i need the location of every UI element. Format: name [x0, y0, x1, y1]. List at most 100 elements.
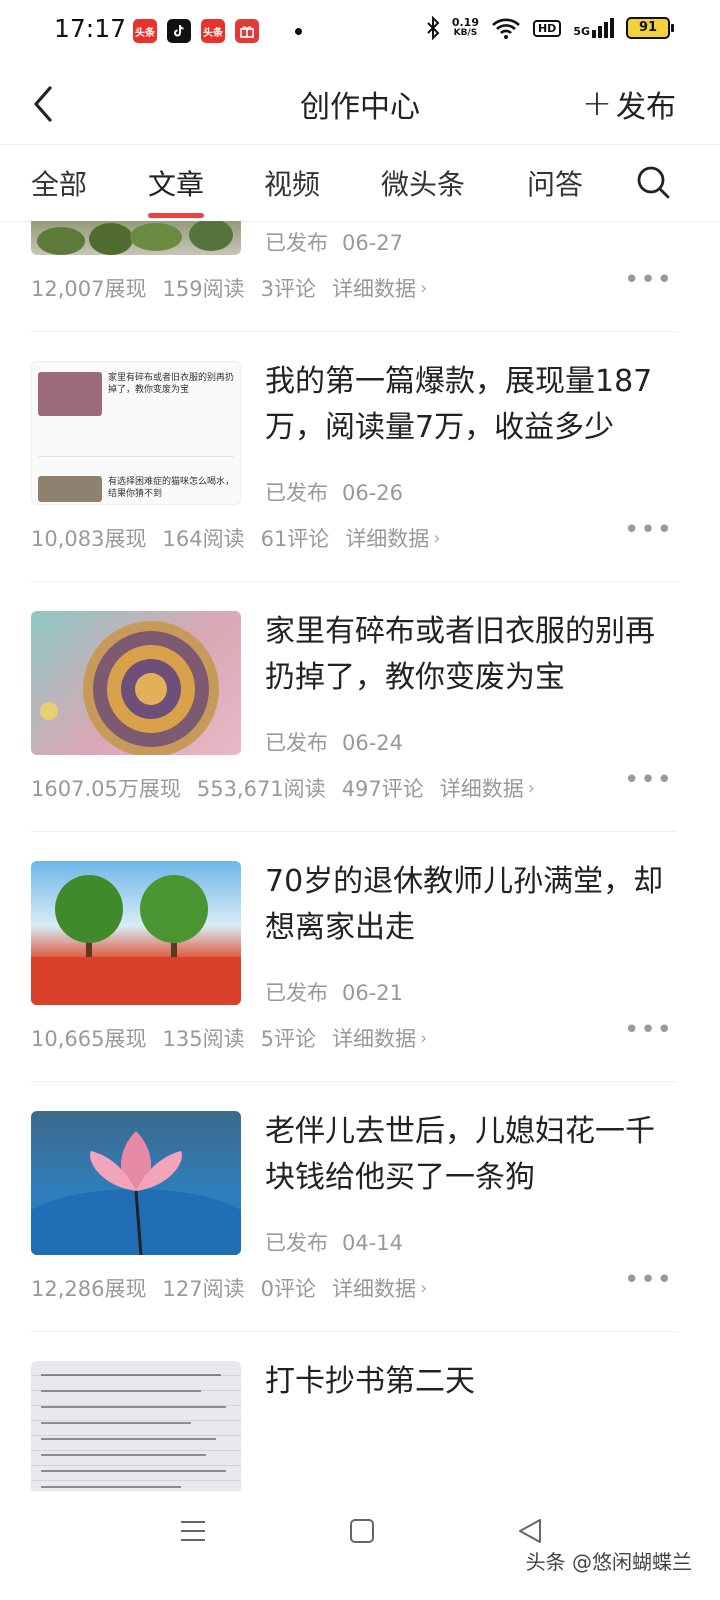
article-thumbnail — [31, 221, 241, 255]
publish-button[interactable]: + 发布 — [582, 82, 676, 126]
plus-icon: + — [581, 83, 612, 124]
gift-app-icon — [235, 19, 259, 43]
tab-qa[interactable]: 问答 — [527, 163, 583, 203]
chevron-right-icon: › — [419, 1277, 428, 1299]
article-title[interactable]: 70岁的退休教师儿孙满堂，却想离家出走 — [265, 859, 675, 951]
more-notifications-dot — [295, 27, 302, 35]
article-stats: 10,083展现 164阅读 61评论 详细数据 › — [31, 523, 441, 553]
comments-count: 497评论 — [341, 777, 424, 801]
article-title[interactable]: 老伴儿去世后，儿媳妇花一千块钱给他买了一条狗 — [265, 1109, 675, 1201]
article-item[interactable]: 家里有碎布或者旧衣服的别再扔掉了，教你变废为宝 有选择困难症的猫咪怎么喝水，结果… — [31, 331, 677, 582]
network-speed-unit: KB/S — [453, 28, 478, 38]
tab-articles[interactable]: 文章 — [148, 163, 204, 203]
status-indicators: 0.19 KB/S HD 5G 91 — [426, 16, 674, 40]
network-type: 5G — [573, 25, 590, 38]
bluetooth-icon — [427, 16, 440, 40]
detail-data-link[interactable]: 详细数据 › — [440, 773, 535, 803]
more-options-icon[interactable]: ••• — [624, 517, 673, 543]
impressions-count: 1607.05万展现 — [31, 777, 181, 801]
tab-videos[interactable]: 视频 — [264, 163, 320, 203]
article-thumbnail — [31, 1361, 241, 1491]
article-stats: 1607.05万展现 553,671阅读 497评论 详细数据 › — [31, 773, 535, 803]
article-thumbnail: 家里有碎布或者旧衣服的别再扔掉了，教你变废为宝 有选择困难症的猫咪怎么喝水，结果… — [31, 361, 241, 505]
chevron-right-icon: › — [419, 1027, 428, 1049]
article-status: 已发布 06-21 — [265, 977, 417, 1007]
impressions-count: 10,083展现 — [31, 527, 147, 551]
watermark: 头条 @悠闲蝴蝶兰 — [525, 1550, 692, 1574]
status-bar: 17:17 头条 头条 0.19 KB/S HD 5G 91 — [0, 0, 720, 64]
battery-icon: 91 — [626, 17, 674, 39]
article-thumbnail — [31, 861, 241, 1005]
thumbnail-image — [38, 372, 102, 416]
reads-count: 127阅读 — [162, 1277, 245, 1301]
tab-micro-posts[interactable]: 微头条 — [381, 163, 465, 203]
chevron-right-icon: › — [527, 777, 535, 799]
detail-data-label: 详细数据 — [345, 527, 430, 551]
detail-data-link[interactable]: 详细数据 › — [332, 1273, 427, 1303]
thumbnail-image — [38, 476, 102, 502]
article-status: 已发布 06-26 — [265, 477, 417, 507]
impressions-count: 12,286展现 — [31, 1277, 147, 1301]
detail-data-label: 详细数据 — [439, 777, 524, 801]
network-speed-value: 0.19 — [451, 16, 479, 29]
article-item[interactable]: 打卡抄书第二天 — [31, 1331, 677, 1491]
tiktok-app-icon — [167, 19, 191, 43]
menu-icon[interactable] — [178, 1516, 208, 1546]
hd-badge: HD — [532, 19, 562, 37]
active-tab-indicator — [148, 213, 204, 218]
detail-data-link[interactable]: 详细数据 › — [332, 1023, 427, 1053]
more-options-icon[interactable]: ••• — [624, 1017, 673, 1043]
detail-data-link[interactable]: 详细数据 › — [345, 523, 440, 553]
article-title[interactable]: 家里有碎布或者旧衣服的别再扔掉了，教你变废为宝 — [265, 609, 675, 701]
article-thumbnail — [31, 611, 241, 755]
article-title[interactable]: 打卡抄书第二天 — [265, 1359, 675, 1405]
article-thumbnail — [31, 1111, 241, 1255]
publish-status: 已发布 — [265, 981, 328, 1005]
more-options-icon[interactable]: ••• — [624, 1267, 673, 1293]
more-options-icon[interactable]: ••• — [624, 267, 673, 293]
network-speed: 0.19 KB/S — [452, 17, 479, 39]
chevron-right-icon: › — [433, 527, 441, 549]
comments-count: 0评论 — [260, 1277, 316, 1301]
publish-date: 04-14 — [342, 1231, 404, 1255]
chevron-right-icon: › — [419, 277, 428, 299]
toutiao-app-icon: 头条 — [133, 19, 157, 43]
system-nav-bar: 头条 @悠闲蝴蝶兰 — [0, 1492, 720, 1600]
article-item[interactable]: 已发布 06-27 12,007展现 159阅读 3评论 详细数据 › ••• — [31, 221, 677, 332]
article-status: 已发布 06-24 — [265, 727, 417, 757]
header: 创作中心 + 发布 — [0, 64, 720, 144]
article-title[interactable]: 我的第一篇爆款，展现量187万，阅读量7万，收益多少 — [265, 359, 675, 451]
reads-count: 164阅读 — [162, 527, 245, 551]
toutiao-lite-app-icon: 头条 — [201, 19, 225, 43]
publish-status: 已发布 — [265, 731, 328, 755]
thumbnail-caption: 家里有碎布或者旧衣服的别再扔掉了，教你变废为宝 — [108, 373, 235, 395]
more-options-icon[interactable]: ••• — [624, 767, 673, 793]
cellular-signal-icon: 5G — [573, 18, 614, 38]
home-icon[interactable] — [347, 1516, 377, 1546]
article-item[interactable]: 70岁的退休教师儿孙满堂，却想离家出走 已发布 06-21 10,665展现 13… — [31, 831, 677, 1082]
thumbnail-caption: 有选择困难症的猫咪怎么喝水，结果你猜不到 — [108, 477, 235, 499]
tab-bar: 全部 文章 视频 微头条 问答 — [0, 144, 720, 222]
back-triangle-icon[interactable] — [516, 1516, 546, 1546]
publish-date: 06-27 — [342, 231, 404, 255]
article-status: 已发布 06-27 — [265, 227, 417, 257]
publish-label: 发布 — [616, 90, 676, 125]
publish-status: 已发布 — [265, 231, 328, 255]
detail-data-label: 详细数据 — [331, 277, 416, 301]
notification-apps: 头条 头条 — [133, 19, 302, 43]
wifi-icon — [492, 18, 520, 39]
publish-date: 06-26 — [342, 481, 404, 505]
search-icon[interactable] — [636, 165, 670, 199]
status-time: 17:17 — [54, 14, 127, 43]
tab-all[interactable]: 全部 — [31, 163, 87, 203]
detail-data-link[interactable]: 详细数据 › — [332, 273, 427, 303]
article-item[interactable]: 老伴儿去世后，儿媳妇花一千块钱给他买了一条狗 已发布 04-14 12,286展现… — [31, 1081, 677, 1332]
impressions-count: 10,665展现 — [31, 1027, 147, 1051]
reads-count: 159阅读 — [162, 277, 245, 301]
reads-count: 553,671阅读 — [196, 777, 326, 801]
article-status: 已发布 04-14 — [265, 1227, 417, 1257]
publish-date: 06-24 — [342, 731, 404, 755]
article-item[interactable]: 家里有碎布或者旧衣服的别再扔掉了，教你变废为宝 已发布 06-24 1607.05… — [31, 581, 677, 832]
reads-count: 135阅读 — [162, 1027, 245, 1051]
publish-status: 已发布 — [265, 1231, 328, 1255]
